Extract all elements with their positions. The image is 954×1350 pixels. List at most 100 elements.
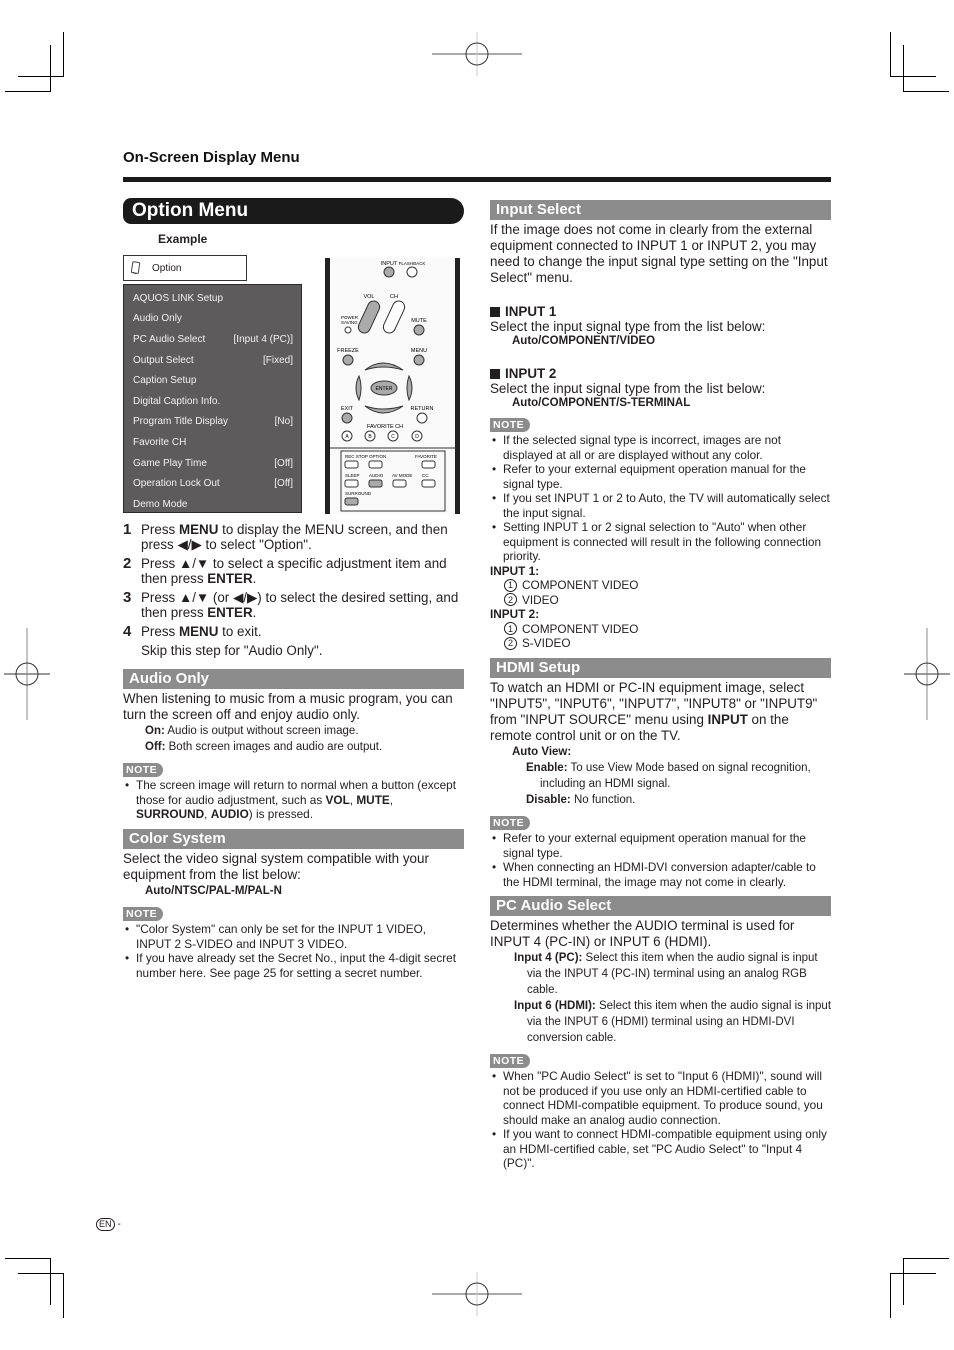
circled-number-icon: 2 bbox=[504, 593, 517, 607]
remote-label-enter: ENTER bbox=[376, 386, 393, 392]
note-badge: NOTE bbox=[490, 816, 531, 830]
input6-label: Input 6 (HDMI): bbox=[514, 1000, 596, 1012]
text-run: . bbox=[252, 605, 257, 620]
enable-option: Enable: To use View Mode based on signal… bbox=[490, 760, 831, 792]
osd-item-value: [Off] bbox=[274, 478, 293, 490]
bold-term: VOL bbox=[325, 792, 350, 807]
audio-only-off: Off: Both screen images and audio are ou… bbox=[123, 739, 464, 755]
bold-term: MUTE bbox=[356, 792, 390, 807]
osd-menu-item: PC Audio Select [Input 4 (PC)] bbox=[124, 329, 301, 350]
step-text: Press MENU to exit. bbox=[141, 624, 464, 639]
step-number: 3 bbox=[123, 589, 132, 606]
remote-label-av-mode: AV MODE bbox=[392, 473, 412, 478]
note-item: When connecting an HDMI-DVI conversion a… bbox=[490, 860, 831, 889]
osd-item-label: Operation Lock Out bbox=[133, 478, 220, 490]
audio-only-on: On: Audio is output without screen image… bbox=[123, 723, 464, 739]
priority-heading: INPUT 2: bbox=[490, 607, 540, 621]
language-badge: EN bbox=[96, 1218, 115, 1231]
off-label: Off: bbox=[145, 741, 166, 753]
remote-label-sleep: SLEEP bbox=[345, 473, 360, 478]
input1-body: Select the input signal type from the li… bbox=[490, 319, 766, 334]
square-bullet-icon bbox=[490, 306, 500, 317]
input6-option: Input 6 (HDMI): Select this item when th… bbox=[490, 998, 831, 1046]
note-item: If you want to connect HDMI-compatible e… bbox=[490, 1127, 831, 1171]
section-title-color-system: Color System bbox=[123, 829, 464, 849]
note-item: The screen image will return to normal w… bbox=[123, 778, 464, 822]
disable-option: Disable: No function. bbox=[490, 792, 831, 808]
section-title-hdmi-setup: HDMI Setup bbox=[490, 658, 831, 678]
right-column: Input Select If the image does not come … bbox=[490, 200, 831, 1170]
osd-option-tab: Option bbox=[123, 255, 247, 281]
section-title-input-select: Input Select bbox=[490, 200, 831, 220]
remote-label-vol: VOL bbox=[363, 294, 374, 300]
osd-item-value: [Fixed] bbox=[262, 354, 293, 366]
note-item: "Color System" can only be set for the I… bbox=[123, 922, 464, 951]
disable-label: Disable: bbox=[526, 794, 571, 806]
text-run: Press bbox=[141, 522, 179, 537]
connection-priority-list: INPUT 1: 1 COMPONENT VIDEO 2 VIDEO INPUT 2: 1 C… bbox=[490, 564, 831, 651]
input2-heading: INPUT 2 bbox=[490, 366, 831, 381]
remote-label-rec-stop: REC STOP bbox=[345, 454, 368, 459]
priority-text: VIDEO bbox=[522, 592, 559, 607]
example-label: Example bbox=[158, 232, 208, 246]
pc-audio-select-section: PC Audio Select Determines whether the A… bbox=[490, 896, 831, 1171]
osd-menu-item: Game Play Time [Off] bbox=[124, 453, 301, 474]
step-text: Press ▲/▼ to select a specific adjustmen… bbox=[141, 556, 464, 586]
note-item: Setting INPUT 1 or 2 signal selection to… bbox=[490, 520, 831, 564]
audio-only-notes: The screen image will return to normal w… bbox=[123, 778, 464, 822]
note-item: If you set INPUT 1 or 2 to Auto, the TV … bbox=[490, 491, 831, 520]
remote-control-illustration: INPUT FLASHBACK VOL CH POWER SAVING MUTE… bbox=[323, 258, 463, 514]
input2-options: Auto/COMPONENT/S-TERMINAL bbox=[512, 397, 691, 409]
step-number: 2 bbox=[123, 555, 132, 572]
remote-label-favorite-ch: FAVORITE CH bbox=[367, 424, 403, 430]
audio-only-section: Audio Only When listening to music from … bbox=[123, 669, 464, 822]
step-text: Press MENU to display the MENU screen, a… bbox=[141, 522, 464, 552]
section-title-pc-audio-select: PC Audio Select bbox=[490, 896, 831, 916]
square-bullet-icon bbox=[490, 368, 500, 379]
remote-label-mute: MUTE bbox=[411, 318, 427, 324]
note-badge: NOTE bbox=[123, 763, 164, 777]
remote-label-ch: CH bbox=[390, 294, 398, 300]
pc-audio-select-body: Determines whether the AUDIO terminal is… bbox=[490, 918, 795, 949]
remote-mute-button bbox=[413, 324, 425, 336]
input1-heading: INPUT 1 bbox=[490, 304, 831, 319]
remote-exit-button bbox=[341, 412, 353, 424]
text-run: ) is pressed. bbox=[248, 807, 313, 821]
bold-term: MENU bbox=[178, 522, 219, 537]
remote-option-button bbox=[368, 460, 383, 469]
auto-view-label: Auto View: bbox=[512, 746, 572, 758]
page-number: - bbox=[117, 1219, 121, 1230]
remote-power-saving-button bbox=[344, 326, 352, 334]
osd-menu-item: Demo Mode bbox=[124, 494, 301, 515]
input-select-body: If the image does not come in clearly fr… bbox=[490, 222, 828, 285]
note-item: Refer to your external equipment operati… bbox=[490, 462, 831, 491]
remote-cc-button bbox=[421, 479, 436, 488]
remote-label-exit: EXIT bbox=[341, 406, 354, 412]
note-badge: NOTE bbox=[490, 418, 531, 432]
osd-menu-item: Output Select [Fixed] bbox=[124, 350, 301, 371]
registration-mark-right bbox=[904, 628, 950, 720]
osd-menu-item: Caption Setup bbox=[124, 370, 301, 391]
input-select-notes: If the selected signal type is incorrect… bbox=[490, 433, 831, 564]
remote-audio-button bbox=[368, 479, 383, 488]
osd-menu-item: Digital Caption Info. bbox=[124, 391, 301, 412]
remote-flashback-button bbox=[406, 266, 418, 278]
step-item: 3 Press ▲/▼ (or ◀/▶) to select the desire… bbox=[123, 590, 464, 620]
step-item: 2 Press ▲/▼ to select a specific adjustme… bbox=[123, 556, 464, 586]
osd-menu-item: Favorite CH bbox=[124, 432, 301, 453]
priority-text: COMPONENT VIDEO bbox=[522, 578, 639, 592]
priority-item: 1 COMPONENT VIDEO bbox=[490, 622, 831, 637]
osd-item-label: Favorite CH bbox=[133, 436, 187, 448]
registration-mark-bottom bbox=[432, 1272, 522, 1316]
step4-note: Skip this step for "Audio Only". bbox=[141, 643, 323, 658]
section-title-audio-only: Audio Only bbox=[123, 669, 464, 689]
note-badge: NOTE bbox=[123, 907, 164, 921]
remote-av-mode-button bbox=[392, 479, 407, 488]
bold-term: AUDIO bbox=[210, 807, 249, 821]
remote-label-freeze: FREEZE bbox=[337, 348, 359, 354]
header-rule bbox=[123, 177, 831, 182]
remote-favorite-button bbox=[421, 460, 436, 469]
osd-item-value: [Off] bbox=[274, 457, 293, 469]
on-text: Audio is output without screen image. bbox=[164, 725, 359, 737]
text-run: , bbox=[389, 792, 394, 807]
